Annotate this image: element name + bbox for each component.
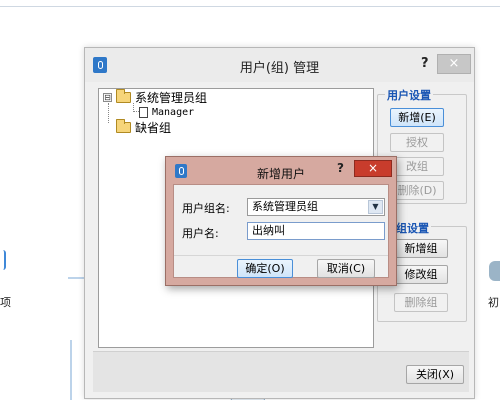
tree-node-label: Manager bbox=[152, 106, 195, 118]
folder-icon bbox=[116, 118, 131, 133]
new-user-form: 用户组名: 系统管理员组 ▼ 用户名: 出纳叫 确定(O) 取消(C) bbox=[173, 184, 389, 278]
new-user-dialog: 新增用户 ? × 用户组名: 系统管理员组 ▼ 用户名: 出纳叫 确定(O) 取… bbox=[165, 156, 397, 286]
background-connector-line bbox=[70, 340, 72, 400]
tree-node-label: 缺省组 bbox=[135, 120, 172, 135]
tree-node-admin-group[interactable]: ⊟ 系统管理员组 bbox=[103, 88, 208, 105]
cancel-button[interactable]: 取消(C) bbox=[317, 259, 375, 278]
close-button[interactable]: × bbox=[437, 54, 471, 74]
group-name-select[interactable]: 系统管理员组 ▼ bbox=[247, 198, 385, 216]
change-group-button[interactable]: 改组 bbox=[390, 157, 444, 176]
close-dialog-button[interactable]: 关闭(X) bbox=[406, 365, 464, 384]
help-button[interactable]: ? bbox=[421, 56, 429, 71]
user-settings-title: 用户设置 bbox=[385, 87, 433, 103]
dialog-footer: 关闭(X) bbox=[93, 351, 469, 392]
background-right-icon bbox=[489, 261, 500, 281]
background-right-label: 初 bbox=[488, 296, 499, 309]
delete-group-button[interactable]: 删除组 bbox=[394, 293, 448, 312]
background-left-icon bbox=[0, 250, 6, 270]
new-user-dialog-footer: 确定(O) 取消(C) bbox=[174, 255, 388, 278]
delete-user-button[interactable]: 删除(D) bbox=[390, 181, 444, 200]
edit-group-button[interactable]: 修改组 bbox=[394, 265, 448, 284]
username-input[interactable]: 出纳叫 bbox=[247, 222, 385, 240]
dialog-titlebar: 用户(组) 管理 ? × bbox=[85, 48, 474, 82]
close-button[interactable]: × bbox=[354, 160, 392, 177]
add-group-button[interactable]: 新增组 bbox=[394, 239, 448, 258]
add-user-button[interactable]: 新增(E) bbox=[390, 108, 444, 127]
chevron-down-icon[interactable]: ▼ bbox=[368, 200, 383, 214]
username-label: 用户名: bbox=[182, 227, 219, 240]
authorize-button[interactable]: 授权 bbox=[390, 133, 444, 152]
background-left-label: 项 bbox=[0, 296, 11, 309]
tree-connector bbox=[108, 103, 109, 123]
ok-button[interactable]: 确定(O) bbox=[237, 259, 293, 278]
dialog-title: 用户(组) 管理 bbox=[239, 61, 320, 76]
folder-open-icon bbox=[116, 88, 131, 103]
background-divider bbox=[0, 6, 500, 7]
collapse-icon[interactable]: ⊟ bbox=[103, 92, 112, 102]
group-name-label: 用户组名: bbox=[182, 202, 230, 215]
tree-node-default-group[interactable]: 缺省组 bbox=[116, 118, 172, 135]
user-doc-icon bbox=[139, 106, 148, 118]
help-button[interactable]: ? bbox=[337, 161, 344, 175]
tree-node-label: 系统管理员组 bbox=[135, 90, 208, 105]
group-name-value: 系统管理员组 bbox=[252, 200, 318, 213]
